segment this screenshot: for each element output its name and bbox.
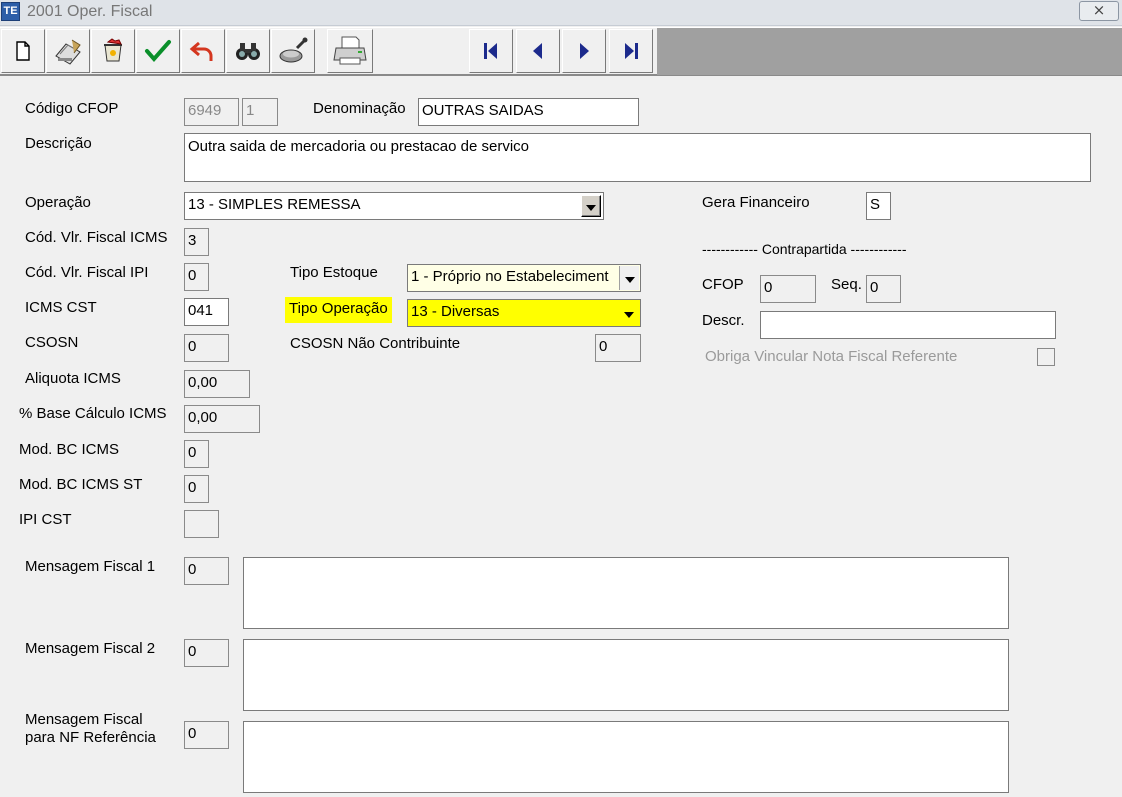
base-calculo-icms-label: % Base Cálculo ICMS — [19, 405, 167, 422]
mensagem-fiscal-nf-label-line1: Mensagem Fiscal — [25, 711, 143, 728]
filter-icon — [277, 36, 309, 66]
descr-label: Descr. — [702, 312, 745, 329]
tipo-operacao-value: 13 - Diversas — [411, 303, 500, 320]
codigo-cfop-label: Código CFOP — [25, 100, 119, 117]
last-record-button[interactable] — [609, 29, 653, 73]
cod-vlr-fiscal-ipi-label: Cód. Vlr. Fiscal IPI — [25, 264, 149, 281]
app-icon: TE — [1, 2, 20, 21]
confirm-icon — [144, 38, 172, 64]
toolbar-filler — [657, 28, 1122, 75]
icms-cst-label: ICMS CST — [25, 299, 97, 316]
filter-button[interactable] — [271, 29, 315, 73]
seq-label: Seq. — [831, 276, 862, 293]
tipo-estoque-value: 1 - Próprio no Estabeleciment — [411, 268, 609, 285]
delete-button[interactable] — [91, 29, 135, 73]
edit-icon — [52, 36, 84, 66]
tipo-estoque-label: Tipo Estoque — [290, 264, 378, 281]
mensagem-fiscal-nf-label-line2: para NF Referência — [25, 729, 156, 746]
csosn-nao-contribuinte-label: CSOSN Não Contribuinte — [290, 335, 461, 352]
new-button[interactable] — [1, 29, 45, 73]
mod-bc-icms-field[interactable]: 0 — [184, 440, 209, 468]
codigo-cfop-field[interactable]: 6949 — [184, 98, 239, 126]
mod-bc-icms-st-label: Mod. BC ICMS ST — [19, 476, 143, 493]
contrapartida-heading: ------------ Contrapartida ------------ — [702, 241, 907, 257]
prev-record-icon — [527, 40, 549, 62]
aliquota-icms-field[interactable]: 0,00 — [184, 370, 250, 398]
mensagem-fiscal-2-text[interactable] — [243, 639, 1009, 711]
obriga-vincular-checkbox[interactable] — [1037, 348, 1055, 366]
tipo-operacao-dropdown-button[interactable] — [619, 301, 639, 325]
mensagem-fiscal-1-code[interactable]: 0 — [184, 557, 229, 585]
undo-icon — [189, 37, 217, 65]
csosn-field[interactable]: 0 — [184, 334, 229, 362]
print-button[interactable] — [327, 29, 373, 73]
mensagem-fiscal-nf-text[interactable] — [243, 721, 1009, 793]
mod-bc-icms-st-field[interactable]: 0 — [184, 475, 209, 503]
aliquota-icms-label: Aliquota ICMS — [25, 370, 121, 387]
undo-button[interactable] — [181, 29, 225, 73]
obriga-vincular-label: Obriga Vincular Nota Fiscal Referente — [705, 348, 958, 365]
search-icon — [234, 39, 262, 63]
descr-field[interactable] — [760, 311, 1056, 339]
close-button[interactable]: ⨯ — [1079, 1, 1119, 21]
first-record-button[interactable] — [469, 29, 513, 73]
next-record-icon — [573, 40, 595, 62]
descricao-label: Descrição — [25, 135, 92, 152]
tipo-operacao-select[interactable]: 13 - Diversas — [407, 299, 641, 327]
last-record-icon — [620, 40, 642, 62]
denominacao-field[interactable]: OUTRAS SAIDAS — [418, 98, 639, 126]
print-icon — [332, 34, 368, 68]
gera-financeiro-field[interactable]: S — [866, 192, 891, 220]
toolbar — [0, 27, 1122, 76]
operacao-select[interactable]: 13 - SIMPLES REMESSA — [184, 192, 604, 220]
tipo-estoque-dropdown-button[interactable] — [619, 266, 639, 290]
operacao-label: Operação — [25, 194, 91, 211]
ipi-cst-field[interactable] — [184, 510, 219, 538]
seq-field[interactable]: 0 — [866, 275, 901, 303]
new-icon — [13, 40, 33, 62]
base-calculo-icms-field[interactable]: 0,00 — [184, 405, 260, 433]
mod-bc-icms-label: Mod. BC ICMS — [19, 441, 120, 458]
operacao-value: 13 - SIMPLES REMESSA — [188, 196, 361, 213]
csosn-nao-contribuinte-field[interactable]: 0 — [595, 334, 641, 362]
chevron-down-icon — [586, 198, 596, 215]
delete-icon — [98, 36, 128, 66]
icms-cst-field[interactable]: 041 — [184, 298, 229, 326]
cod-vlr-fiscal-icms-field[interactable]: 3 — [184, 228, 209, 256]
cod-vlr-fiscal-ipi-field[interactable]: 0 — [184, 263, 209, 291]
title-bar: TE 2001 Oper. Fiscal ⨯ — [0, 0, 1122, 26]
mensagem-fiscal-nf-label: Mensagem Fiscal para NF Referência — [25, 711, 156, 747]
first-record-icon — [480, 40, 502, 62]
prev-record-button[interactable] — [516, 29, 560, 73]
tipo-estoque-select[interactable]: 1 - Próprio no Estabeleciment — [407, 264, 641, 292]
cfop-label: CFOP — [702, 276, 744, 293]
gera-financeiro-label: Gera Financeiro — [702, 194, 810, 211]
operacao-dropdown-button[interactable] — [581, 195, 601, 217]
tipo-operacao-label: Tipo Operação — [285, 297, 392, 323]
window-title: 2001 Oper. Fiscal — [27, 3, 153, 20]
confirm-button[interactable] — [136, 29, 180, 73]
mensagem-fiscal-2-label: Mensagem Fiscal 2 — [25, 640, 156, 657]
search-button[interactable] — [226, 29, 270, 73]
edit-button[interactable] — [46, 29, 90, 73]
cod-vlr-fiscal-icms-label: Cód. Vlr. Fiscal ICMS — [25, 229, 168, 246]
mensagem-fiscal-nf-code[interactable]: 0 — [184, 721, 229, 749]
codigo-cfop-seq-field[interactable]: 1 — [242, 98, 278, 126]
chevron-down-icon — [624, 270, 635, 287]
csosn-label: CSOSN — [25, 334, 79, 351]
mensagem-fiscal-1-label: Mensagem Fiscal 1 — [25, 558, 156, 575]
ipi-cst-label: IPI CST — [19, 511, 72, 528]
cfop-field[interactable]: 0 — [760, 275, 816, 303]
denominacao-label: Denominação — [313, 100, 406, 117]
mensagem-fiscal-2-code[interactable]: 0 — [184, 639, 229, 667]
mensagem-fiscal-1-text[interactable] — [243, 557, 1009, 629]
next-record-button[interactable] — [562, 29, 606, 73]
descricao-field[interactable]: Outra saida de mercadoria ou prestacao d… — [184, 133, 1091, 182]
chevron-down-icon — [624, 305, 634, 322]
